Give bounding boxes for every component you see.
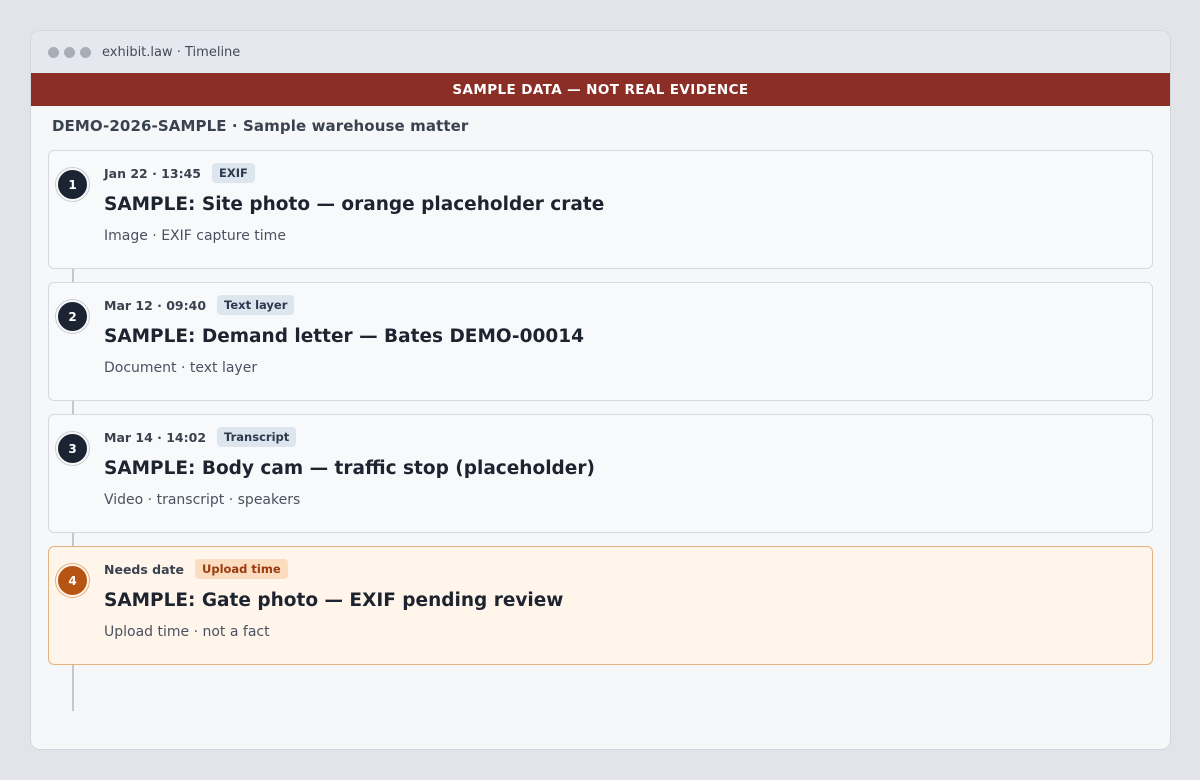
source-badge: Upload time (195, 559, 288, 579)
item-meta: Mar 12 · 09:40 Text layer (104, 295, 295, 315)
timeline-item-needs-date[interactable]: 4 Needs date Upload time SAMPLE: Gate ph… (48, 546, 1153, 665)
sample-data-banner: SAMPLE DATA — NOT REAL EVIDENCE (31, 73, 1170, 106)
item-date: Mar 14 · 14:02 (104, 429, 207, 445)
timeline-item[interactable]: 2 Mar 12 · 09:40 Text layer SAMPLE: Dema… (48, 282, 1153, 401)
item-meta: Needs date Upload time (104, 559, 288, 579)
window-title: exhibit.law · Timeline (102, 44, 241, 60)
item-subtitle: Document · text layer (104, 360, 258, 376)
timeline-item[interactable]: 1 Jan 22 · 13:45 EXIF SAMPLE: Site photo… (48, 150, 1153, 269)
item-number-marker: 2 (56, 300, 89, 333)
item-date: Mar 12 · 09:40 (104, 297, 207, 313)
close-window-dot[interactable] (48, 46, 59, 58)
item-meta: Jan 22 · 13:45 EXIF (104, 163, 255, 183)
window-controls (48, 46, 91, 58)
banner-text: SAMPLE DATA — NOT REAL EVIDENCE (452, 81, 749, 98)
timeline-item[interactable]: 3 Mar 14 · 14:02 Transcript SAMPLE: Body… (48, 414, 1153, 533)
maximize-window-dot[interactable] (80, 46, 91, 58)
source-badge: Text layer (217, 295, 295, 315)
source-badge: Transcript (217, 427, 297, 447)
item-number-marker: 4 (56, 564, 89, 597)
item-title[interactable]: SAMPLE: Body cam — traffic stop (placeho… (104, 458, 595, 479)
item-title[interactable]: SAMPLE: Gate photo — EXIF pending review (104, 590, 563, 611)
item-subtitle: Image · EXIF capture time (104, 228, 286, 244)
item-title[interactable]: SAMPLE: Site photo — orange placeholder … (104, 194, 604, 215)
item-subtitle: Video · transcript · speakers (104, 492, 301, 508)
item-number-marker: 1 (56, 168, 89, 201)
app-window: exhibit.law · Timeline SAMPLE DATA — NOT… (30, 30, 1171, 750)
minimize-window-dot[interactable] (64, 46, 75, 58)
item-subtitle: Upload time · not a fact (104, 624, 270, 640)
matter-heading: DEMO-2026-SAMPLE · Sample warehouse matt… (52, 117, 469, 135)
item-date: Needs date (104, 561, 184, 577)
title-bar: exhibit.law · Timeline (31, 31, 1170, 73)
source-badge: EXIF (211, 163, 255, 183)
item-number-marker: 3 (56, 432, 89, 465)
item-title[interactable]: SAMPLE: Demand letter — Bates DEMO-00014 (104, 326, 584, 347)
item-meta: Mar 14 · 14:02 Transcript (104, 427, 297, 447)
item-date: Jan 22 · 13:45 (104, 165, 201, 181)
